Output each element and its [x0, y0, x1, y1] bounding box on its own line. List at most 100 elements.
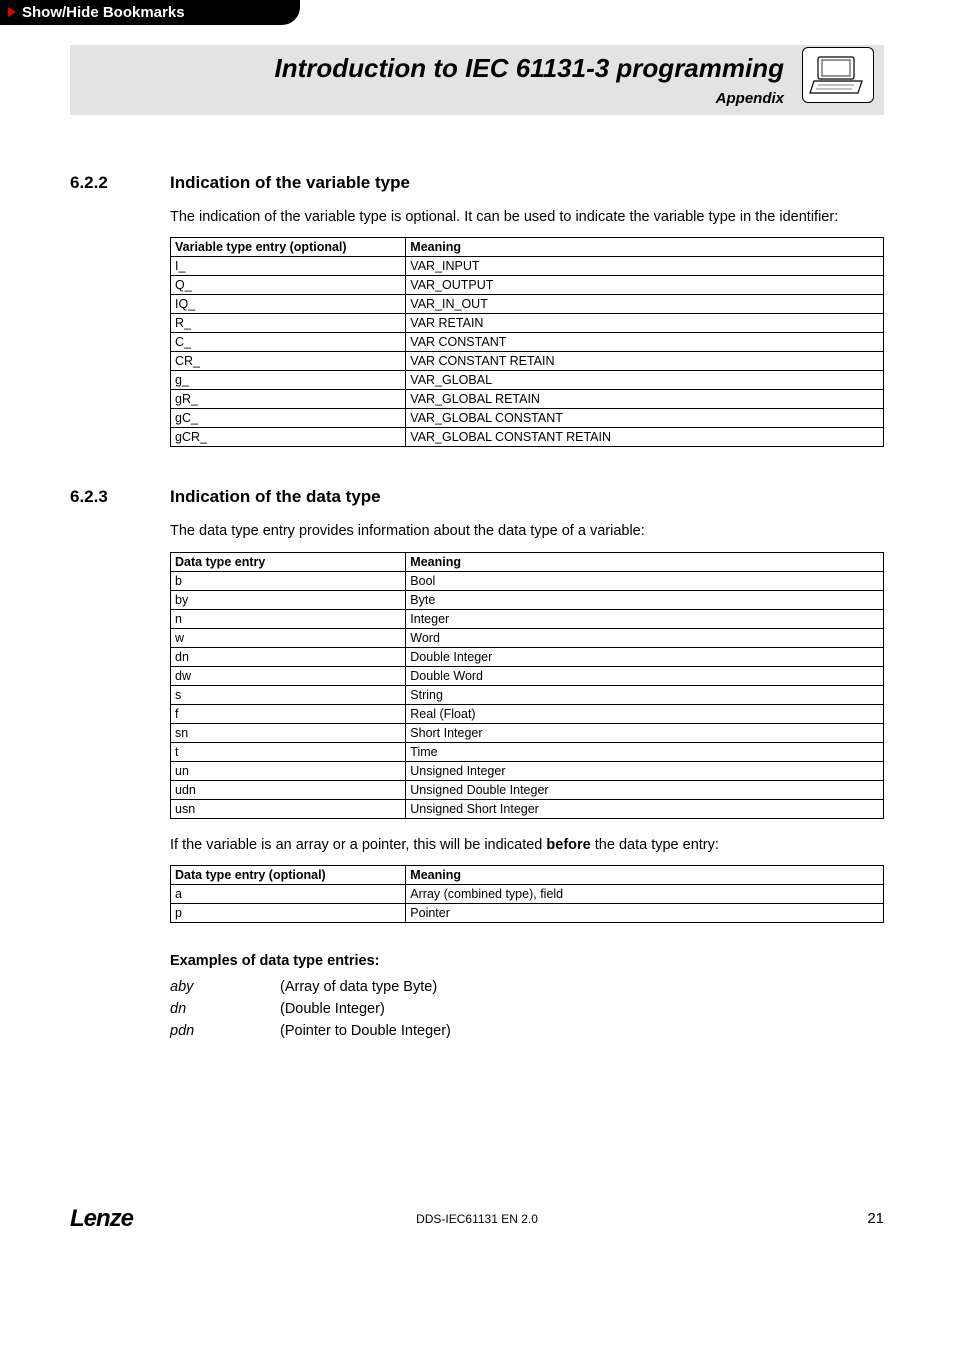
table-cell: f	[171, 704, 406, 723]
table-header: Variable type entry (optional)	[171, 238, 406, 257]
table-cell: R_	[171, 314, 406, 333]
table-cell: Double Integer	[406, 647, 884, 666]
table-row: Q_VAR_OUTPUT	[171, 276, 884, 295]
table-cell: String	[406, 685, 884, 704]
footer-page-number: 21	[867, 1210, 884, 1227]
table-cell: b	[171, 571, 406, 590]
table-cell: gC_	[171, 409, 406, 428]
table-row: R_VAR RETAIN	[171, 314, 884, 333]
table-row: gCR_VAR_GLOBAL CONSTANT RETAIN	[171, 428, 884, 447]
table-cell: gR_	[171, 390, 406, 409]
footer-doc-id: DDS-IEC61131 EN 2.0	[416, 1212, 538, 1226]
example-desc: (Double Integer)	[280, 1001, 385, 1017]
table-cell: usn	[171, 799, 406, 818]
table-cell: VAR_OUTPUT	[406, 276, 884, 295]
table-row: gR_VAR_GLOBAL RETAIN	[171, 390, 884, 409]
bookmark-label: Show/Hide Bookmarks	[22, 4, 185, 21]
table-cell: VAR CONSTANT	[406, 333, 884, 352]
table-cell: dn	[171, 647, 406, 666]
note-suffix: the data type entry:	[591, 837, 719, 853]
table-row: dnDouble Integer	[171, 647, 884, 666]
header-title: Introduction to IEC 61131-3 programming	[70, 53, 784, 84]
table-row: sString	[171, 685, 884, 704]
example-desc: (Pointer to Double Integer)	[280, 1023, 451, 1039]
table-cell: sn	[171, 723, 406, 742]
bookmark-toggle[interactable]: Show/Hide Bookmarks	[0, 0, 300, 25]
table-cell: Unsigned Double Integer	[406, 780, 884, 799]
examples-list: aby(Array of data type Byte)dn(Double In…	[170, 979, 884, 1039]
table-cell: n	[171, 609, 406, 628]
example-row: aby(Array of data type Byte)	[170, 979, 884, 995]
table-cell: C_	[171, 333, 406, 352]
footer-brand: Lenze	[70, 1205, 133, 1233]
section-heading: Indication of the variable type	[170, 173, 884, 193]
table-cell: VAR RETAIN	[406, 314, 884, 333]
section-622: 6.2.2 Indication of the variable type	[70, 173, 884, 207]
header-subtitle: Appendix	[70, 90, 784, 107]
table-row: C_VAR CONSTANT	[171, 333, 884, 352]
table-cell: Byte	[406, 590, 884, 609]
table-row: wWord	[171, 628, 884, 647]
optional-type-table: Data type entry (optional) Meaning aArra…	[170, 865, 884, 923]
example-desc: (Array of data type Byte)	[280, 979, 437, 995]
table-cell: w	[171, 628, 406, 647]
table-cell: by	[171, 590, 406, 609]
table-row: aArray (combined type), field	[171, 884, 884, 903]
table-row: g_VAR_GLOBAL	[171, 371, 884, 390]
table-row: IQ_VAR_IN_OUT	[171, 295, 884, 314]
table-cell: Integer	[406, 609, 884, 628]
table-cell: Q_	[171, 276, 406, 295]
table-cell: VAR CONSTANT RETAIN	[406, 352, 884, 371]
table-row: gC_VAR_GLOBAL CONSTANT	[171, 409, 884, 428]
table-header: Data type entry (optional)	[171, 865, 406, 884]
table-cell: p	[171, 903, 406, 922]
table-row: CR_VAR CONSTANT RETAIN	[171, 352, 884, 371]
table-row: fReal (Float)	[171, 704, 884, 723]
table-cell: VAR_GLOBAL CONSTANT	[406, 409, 884, 428]
laptop-icon	[802, 47, 874, 103]
section-number: 6.2.3	[70, 487, 170, 521]
page-content: Introduction to IEC 61131-3 programming …	[0, 45, 954, 1085]
table-cell: VAR_GLOBAL	[406, 371, 884, 390]
table-header: Meaning	[406, 865, 884, 884]
table-cell: CR_	[171, 352, 406, 371]
table-cell: Array (combined type), field	[406, 884, 884, 903]
examples-heading: Examples of data type entries:	[170, 953, 884, 969]
table-cell: IQ_	[171, 295, 406, 314]
header-text: Introduction to IEC 61131-3 programming …	[70, 53, 802, 107]
table-row: snShort Integer	[171, 723, 884, 742]
note-bold: before	[546, 837, 590, 853]
table-row: dwDouble Word	[171, 666, 884, 685]
section-623-note: If the variable is an array or a pointer…	[170, 835, 884, 855]
table-cell: Unsigned Short Integer	[406, 799, 884, 818]
example-code: aby	[170, 979, 280, 995]
example-row: pdn(Pointer to Double Integer)	[170, 1023, 884, 1039]
table-cell: a	[171, 884, 406, 903]
table-cell: Short Integer	[406, 723, 884, 742]
table-row: unUnsigned Integer	[171, 761, 884, 780]
table-cell: dw	[171, 666, 406, 685]
table-cell: Time	[406, 742, 884, 761]
table-row: tTime	[171, 742, 884, 761]
table-cell: Pointer	[406, 903, 884, 922]
table-cell: Real (Float)	[406, 704, 884, 723]
variable-type-table: Variable type entry (optional) Meaning I…	[170, 237, 884, 447]
data-type-table: Data type entry Meaning bBoolbyBytenInte…	[170, 552, 884, 819]
table-cell: g_	[171, 371, 406, 390]
table-cell: Bool	[406, 571, 884, 590]
table-cell: un	[171, 761, 406, 780]
example-row: dn(Double Integer)	[170, 1001, 884, 1017]
table-cell: Unsigned Integer	[406, 761, 884, 780]
section-623-intro: The data type entry provides information…	[170, 521, 884, 541]
table-cell: VAR_IN_OUT	[406, 295, 884, 314]
page-footer: Lenze DDS-IEC61131 EN 2.0 21	[0, 1205, 954, 1233]
example-code: dn	[170, 1001, 280, 1017]
section-number: 6.2.2	[70, 173, 170, 207]
table-cell: t	[171, 742, 406, 761]
table-row: nInteger	[171, 609, 884, 628]
page-header: Introduction to IEC 61131-3 programming …	[70, 45, 884, 115]
section-623: 6.2.3 Indication of the data type	[70, 487, 884, 521]
table-cell: udn	[171, 780, 406, 799]
table-cell: Word	[406, 628, 884, 647]
table-row: pPointer	[171, 903, 884, 922]
